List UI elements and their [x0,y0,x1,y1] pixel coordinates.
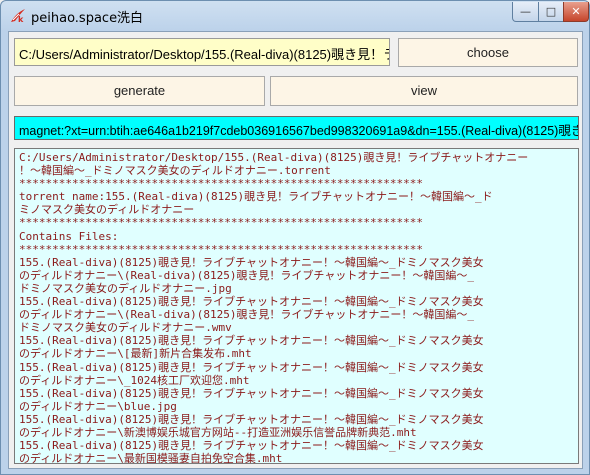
app-window: k peihao.space洗白 — □ ✕ C:/Users/Administ… [0,0,590,475]
title-bar[interactable]: k peihao.space洗白 — □ ✕ [1,1,589,31]
window-title: peihao.space洗白 [31,11,144,26]
output-line: 155.(Real-diva)(8125)覗き見！ライブチャットオナニー！～韓国… [19,334,484,348]
output-line: のディルドオナニー\_1024核工厂欢迎您.mht [19,373,250,387]
output-line: ****************************************… [19,177,423,191]
output-line: のディルドオナニー\[最新]新片合集发布.mht [19,347,252,361]
output-line: のディルドオナニー\最新国模骚妻自拍免空合集.mht [19,452,283,464]
output-line: ドミノマスク美女のディルドオナニー.jpg [19,281,232,295]
output-line: 155.(Real-diva)(8125)覗き見！ライブチャットオナニー！～韓国… [19,412,484,426]
output-line: ****************************************… [19,242,423,256]
generate-button[interactable]: generate [14,76,265,106]
output-line: ！～韓国編～_ドミノマスク美女のディルドオナニー.torrent [19,164,331,178]
maximize-button[interactable]: □ [538,2,564,22]
minimize-button[interactable]: — [512,2,539,22]
tk-feather-icon: k [11,9,25,24]
output-line: ドミノマスク美女のディルドオナニー.wmv [19,321,232,335]
output-line: 155.(Real-diva)(8125)覗き見！ライブチャットオナニー！～韓国… [19,386,484,400]
view-button[interactable]: view [270,76,578,106]
svg-text:k: k [18,15,24,24]
output-line: 155.(Real-diva)(8125)覗き見！ライブチャットオナニー！～韓国… [19,360,484,374]
output-line: のディルドオナニー\(Real-diva)(8125)覗き見！ライブチャットオナ… [19,268,474,282]
choose-button[interactable]: choose [398,38,578,67]
output-line: Contains Files: [19,229,119,243]
output-line: 155.(Real-diva)(8125)覗き見！ライブチャットオナニー！～韓国… [19,439,484,453]
output-line: torrent name:155.(Real-diva)(8125)覗き見！ライ… [19,190,493,204]
output-line: のディルドオナニー\blue.jpg [19,399,177,413]
output-line: 155.(Real-diva)(8125)覗き見！ライブチャットオナニー！～韓国… [19,255,484,269]
torrent-path-input[interactable]: C:/Users/Administrator/Desktop/155.(Real… [14,38,390,66]
output-line: 155.(Real-diva)(8125)覗き見！ライブチャットオナニー！～韓国… [19,295,484,309]
client-area: C:/Users/Administrator/Desktop/155.(Real… [8,31,583,469]
output-line: ****************************************… [19,216,423,230]
output-text-area[interactable]: C:/Users/Administrator/Desktop/155.(Real… [14,148,579,464]
close-button[interactable]: ✕ [563,2,589,22]
output-line: のディルドオナニー\(Real-diva)(8125)覗き見！ライブチャットオナ… [19,308,474,322]
magnet-link-field[interactable]: magnet:?xt=urn:btih:ae646a1b219f7cdeb036… [14,116,579,140]
output-line: C:/Users/Administrator/Desktop/155.(Real… [19,151,529,164]
output-line: ミノマスク美女のディルドオナニー [19,203,195,217]
output-line: のディルドオナニー\新澳博娱乐城官方网站--打造亚洲娱乐信誉品牌新典范.mht [19,425,417,439]
